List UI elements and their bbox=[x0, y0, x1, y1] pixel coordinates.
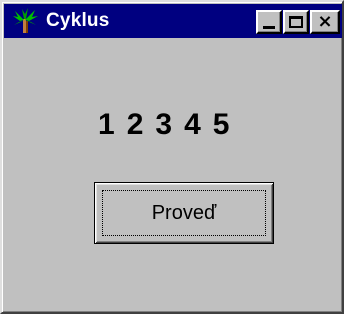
proved-button-label: Proveď bbox=[151, 201, 217, 224]
window-title: Cyklus bbox=[46, 10, 110, 31]
minimize-button[interactable] bbox=[256, 10, 282, 34]
proved-button[interactable]: Proveď bbox=[94, 182, 274, 244]
number-output: 1 2 3 4 5 bbox=[98, 110, 229, 140]
focus-ring: Proveď bbox=[102, 190, 266, 236]
close-icon: × bbox=[317, 11, 333, 32]
cyklus-window: Cyklus × 1 2 3 4 5 Proveď bbox=[0, 0, 344, 314]
number-label: 5 bbox=[212, 108, 230, 141]
maximize-icon bbox=[289, 16, 303, 28]
close-button[interactable]: × bbox=[310, 10, 340, 34]
number-label: 2 bbox=[126, 108, 144, 141]
number-label: 3 bbox=[155, 108, 173, 141]
maximize-button[interactable] bbox=[283, 10, 309, 34]
number-label: 1 bbox=[98, 108, 115, 141]
number-label: 4 bbox=[184, 108, 201, 141]
minimize-icon bbox=[263, 25, 275, 29]
application-icon[interactable] bbox=[10, 6, 40, 36]
title-bar[interactable]: Cyklus × bbox=[4, 4, 342, 38]
